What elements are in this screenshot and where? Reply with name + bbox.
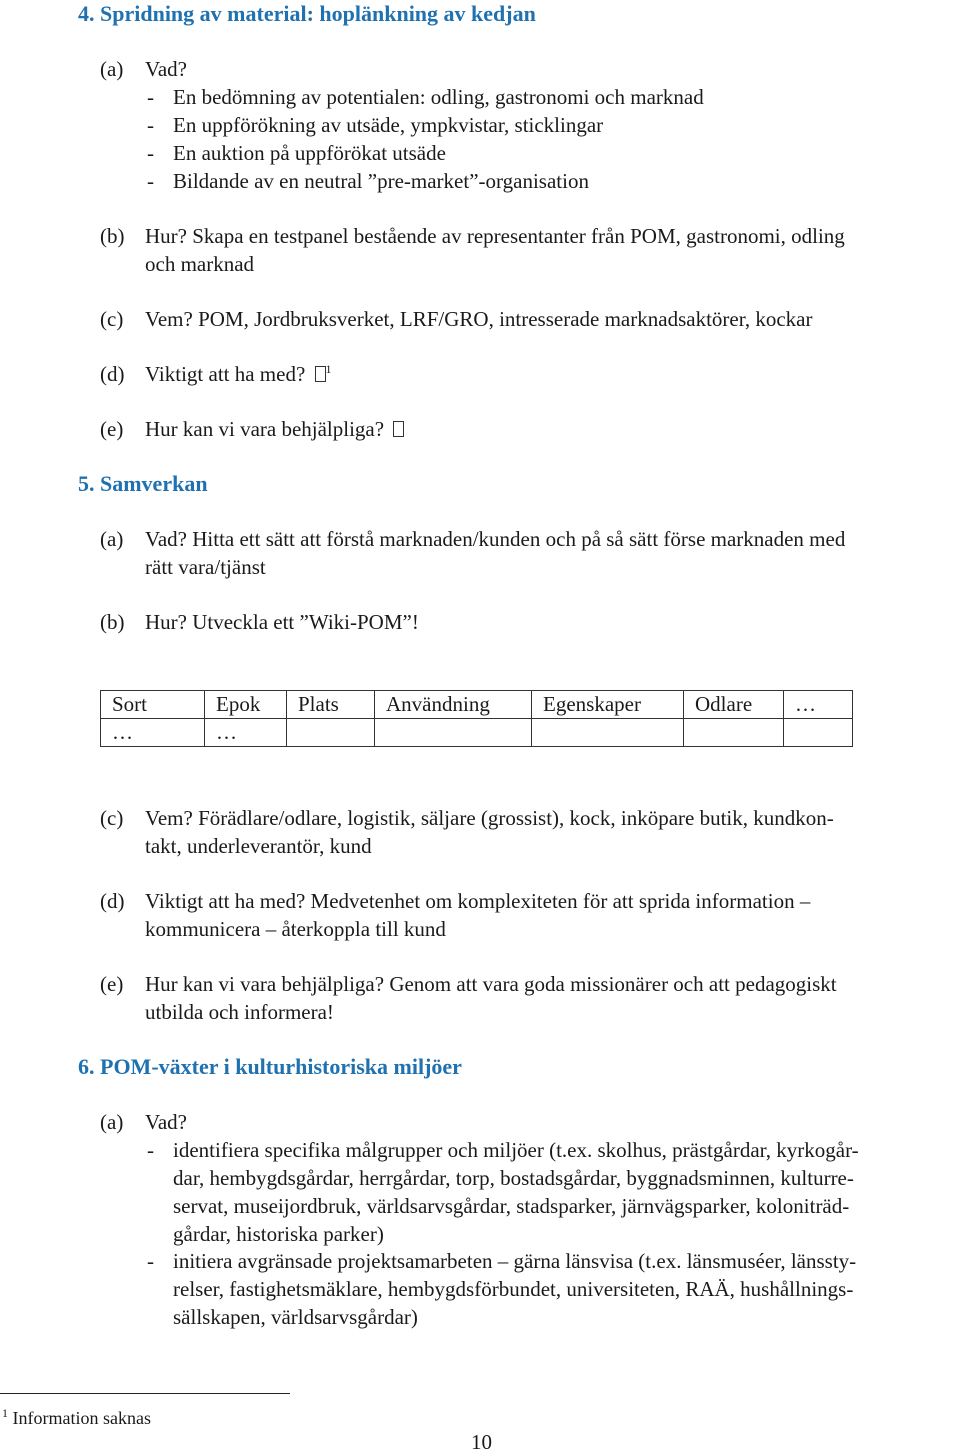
item-label: (a) [100,1110,124,1134]
list-item: En bedömning av potentialen: odling, gas… [173,85,704,109]
table-cell: … [100,718,205,747]
table-header-cell: Användning [374,690,532,719]
item-title: Vad? [145,57,187,81]
table-header-cell: Egenskaper [531,690,684,719]
item-text: Viktigt att ha med? Medvetenhet om kompl… [145,889,811,913]
table-cell [783,718,853,747]
list-item-line: sällskapen, världsarvsgårdar) [173,1305,418,1329]
item-text: och marknad [145,252,255,276]
item-text: Hur kan vi vara behjälpliga? [145,417,385,441]
bullet-dash: - [147,141,154,165]
item-text: Vad? Hitta ett sätt att förstå marknaden… [145,527,846,551]
section-5-heading: 5. Samverkan [78,471,208,496]
bullet-dash: - [147,169,154,193]
bullet-dash: - [147,113,154,137]
section-4-heading: 4. Spridning av material: hoplänkning av… [78,1,536,26]
bullet-dash: - [147,1249,154,1273]
item-label: (b) [100,224,125,248]
footnote-separator [0,1393,290,1394]
bullet-dash: - [147,85,154,109]
list-item-line: initiera avgränsade projektsamarbeten – … [173,1249,857,1273]
table-cell [286,718,375,747]
item-label: (e) [100,417,124,441]
footnote: 1 Information saknas [2,1404,151,1432]
footnote-text: Information saknas [12,1408,151,1428]
item-text: utbilda och informera! [145,1000,334,1024]
list-item: En auktion på uppförökat utsäde [173,141,446,165]
item-label: (c) [100,307,124,331]
item-title: Vad? [145,1110,187,1134]
item-text: Vem? Förädlare/odlare, logistik, säljare… [145,806,834,830]
list-item: En uppförökning av utsäde, ympkvistar, s… [173,113,604,137]
item-label: (e) [100,972,124,996]
item-text: rätt vara/tjänst [145,555,266,579]
bullet-dash: - [147,1138,154,1162]
item-text: Vem? POM, Jordbruksverket, LRF/GRO, intr… [145,307,813,331]
item-label: (b) [100,610,125,634]
missing-glyph-icon [393,421,405,437]
item-text: takt, underleverantör, kund [145,834,372,858]
table-cell: … [204,718,287,747]
item-text-wrap: Hur kan vi vara behjälpliga? [145,415,405,443]
list-item-line: servat, museijordbruk, världsarvsgårdar,… [173,1194,850,1218]
table-cell [374,718,532,747]
wiki-pom-table: Sort Epok Plats Användning Egenskaper Od… [100,690,853,747]
table-cell [531,718,684,747]
table-header-row: Sort Epok Plats Användning Egenskaper Od… [100,690,853,719]
item-text: Hur? Skapa en testpanel bestående av rep… [145,224,845,248]
item-label: (a) [100,57,124,81]
missing-glyph-icon [314,366,326,382]
list-item: Bildande av en neutral ”pre-market”-orga… [173,169,589,193]
table-cell [683,718,784,747]
table-header-cell: Sort [100,690,205,719]
list-item-line: identifiera specifika målgrupper och mil… [173,1138,859,1162]
item-text-wrap: Viktigt att ha med? 1 [145,360,332,388]
footnote-number: 1 [2,1406,8,1420]
item-label: (c) [100,806,124,830]
section-6-heading: 6. POM-växter i kulturhistoriska miljöer [78,1054,462,1079]
list-item-line: dar, hembygdsgårdar, herrgårdar, torp, b… [173,1166,854,1190]
table-row: … … [100,718,853,747]
item-text: kommunicera – återkoppla till kund [145,917,446,941]
list-item-line: relser, fastighetsmäklare, hembygdsförbu… [173,1277,854,1301]
list-item-line: gårdar, historiska parker) [173,1222,384,1246]
footnote-ref[interactable]: 1 [326,362,332,376]
item-text: Hur kan vi vara behjälpliga? Genom att v… [145,972,837,996]
item-label: (d) [100,889,125,913]
item-label: (a) [100,527,124,551]
table-header-cell: Plats [286,690,375,719]
item-label: (d) [100,362,125,386]
table-header-cell: Epok [204,690,287,719]
item-text: Viktigt att ha med? [145,362,306,386]
table-header-cell: Odlare [683,690,784,719]
table-header-cell: … [783,690,853,719]
item-text: Hur? Utveckla ett ”Wiki-POM”! [145,610,419,634]
